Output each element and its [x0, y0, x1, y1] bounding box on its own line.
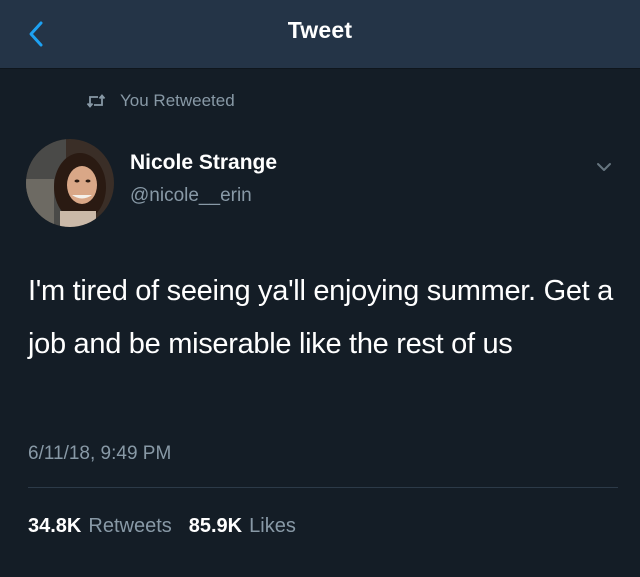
page-title: Tweet: [287, 17, 353, 43]
chevron-down-icon: [597, 163, 611, 171]
author-handle[interactable]: @nicole__erin: [130, 185, 252, 207]
author-name[interactable]: Nicole Strange: [130, 151, 277, 175]
avatar[interactable]: [26, 139, 114, 227]
divider: [28, 487, 618, 488]
tweet-stats: 34.8K Retweets 85.9K Likes: [28, 515, 313, 538]
tweet-text: I'm tired of seeing ya'll enjoying summe…: [28, 275, 613, 360]
retweets-label[interactable]: Retweets: [88, 515, 171, 538]
retweets-count[interactable]: 34.8K: [28, 515, 81, 538]
top-bar: Tweet: [0, 0, 640, 69]
retweet-icon: [86, 94, 106, 108]
retweet-context: You Retweeted: [86, 91, 235, 111]
likes-label[interactable]: Likes: [249, 515, 296, 538]
tweet-menu-button[interactable]: [590, 157, 618, 177]
likes-count[interactable]: 85.9K: [189, 515, 242, 538]
tweet-detail: You Retweeted Nicole Strange @nicole__er…: [0, 69, 640, 577]
retweet-context-label: You Retweeted: [120, 91, 235, 110]
tweet-timestamp: 6/11/18, 9:49 PM: [28, 443, 172, 464]
